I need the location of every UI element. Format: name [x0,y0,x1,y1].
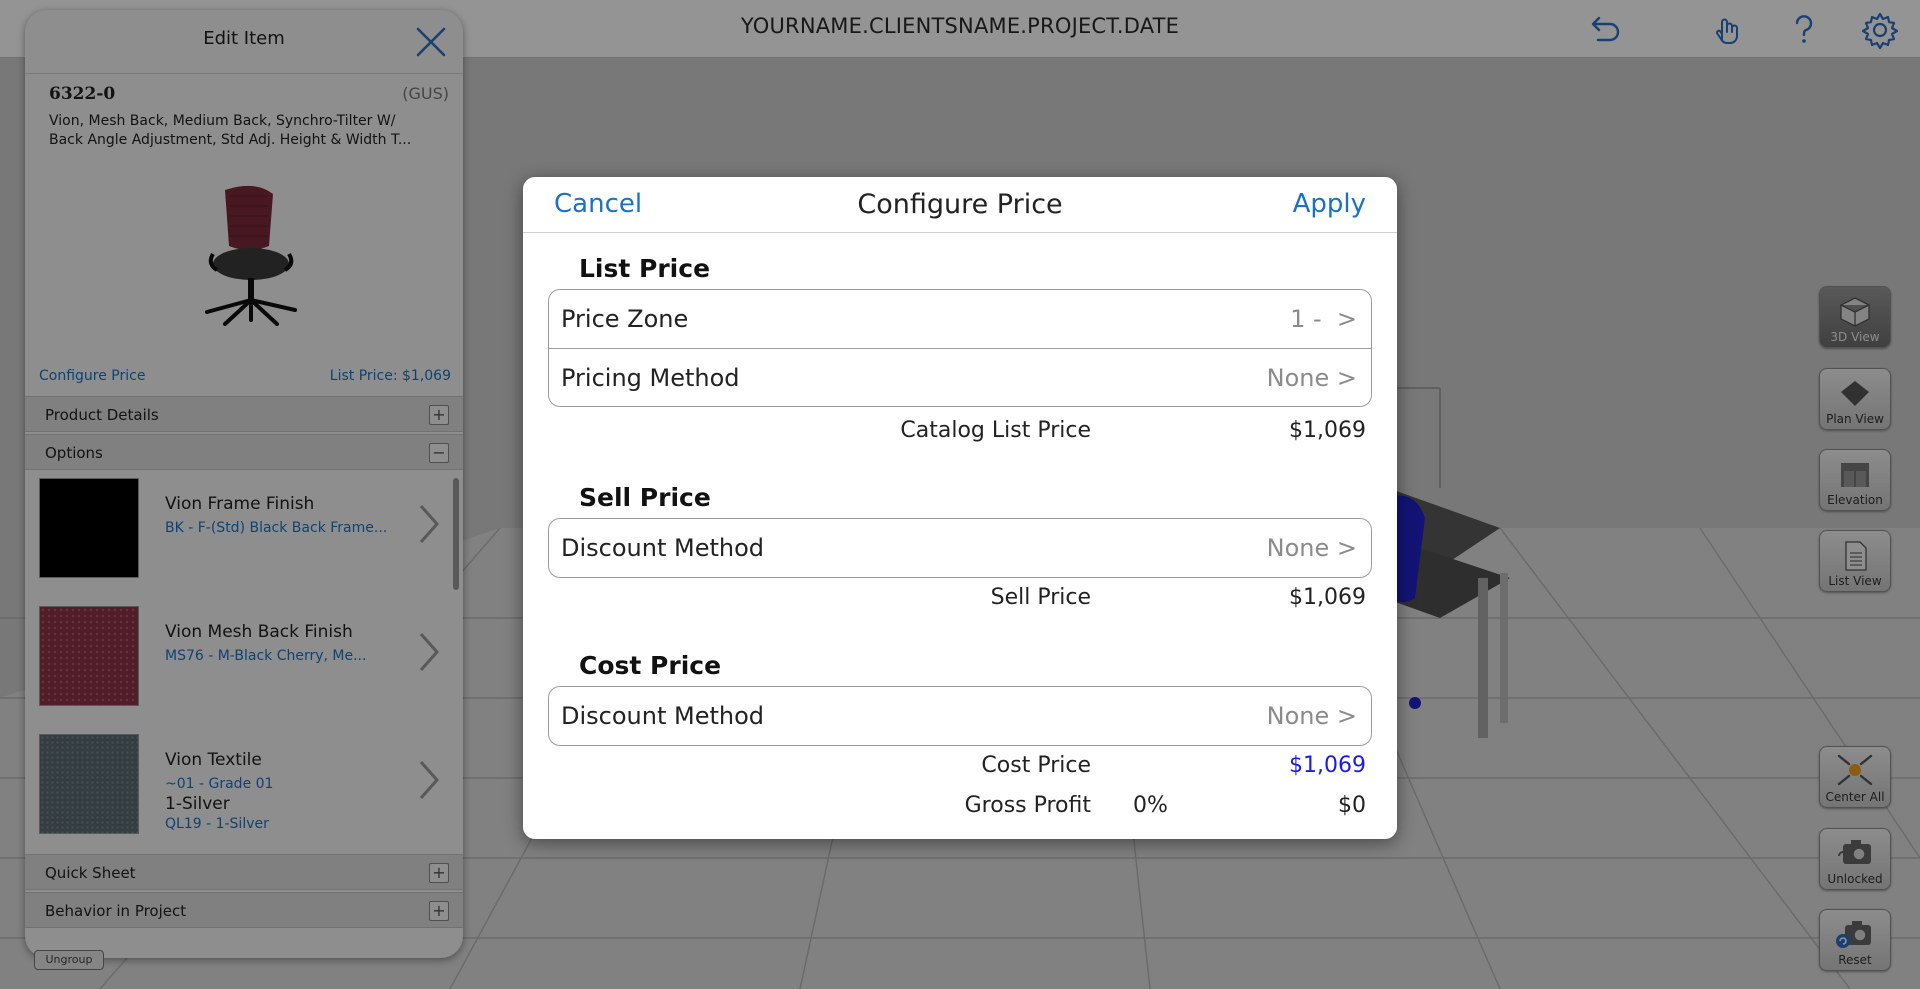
pricing-method-value: None > [1266,364,1357,392]
pricing-method-row[interactable]: Pricing Method None > [549,348,1371,406]
price-zone-value: 1 - > [1290,305,1357,333]
pricing-method-label: Pricing Method [561,364,740,392]
dialog-header: Cancel Configure Price Apply [523,177,1397,233]
gross-profit-value: $0 [1338,793,1366,818]
catalog-list-price-value: $1,069 [1289,418,1366,443]
price-zone-row[interactable]: Price Zone 1 - > [549,290,1371,348]
apply-button[interactable]: Apply [1293,189,1366,219]
cost-price-heading: Cost Price [579,651,722,680]
sell-discount-method-row[interactable]: Discount Method None > [549,519,1371,577]
sell-price-value: $1,069 [1289,585,1366,610]
sell-discount-method-value: None > [1266,534,1357,562]
sell-price-group: Discount Method None > [548,518,1372,578]
list-price-heading: List Price [579,254,711,283]
gross-profit-label: Gross Profit [964,793,1091,818]
cost-discount-method-value: None > [1266,702,1357,730]
cost-price-group: Discount Method None > [548,686,1372,746]
sell-price-label: Sell Price [990,585,1091,610]
dialog-title: Configure Price [857,189,1063,220]
price-zone-label: Price Zone [561,305,689,333]
catalog-list-price-label: Catalog List Price [900,418,1091,443]
gross-profit-percent: 0% [1133,793,1168,818]
list-price-group: Price Zone 1 - > Pricing Method None > [548,289,1372,407]
cost-price-value[interactable]: $1,069 [1289,753,1366,778]
configure-price-dialog: Cancel Configure Price Apply List Price … [523,177,1397,839]
sell-price-heading: Sell Price [579,483,711,512]
sell-discount-method-label: Discount Method [561,534,765,562]
cost-discount-method-row[interactable]: Discount Method None > [549,687,1371,745]
cost-discount-method-label: Discount Method [561,702,765,730]
cost-price-label: Cost Price [981,753,1091,778]
